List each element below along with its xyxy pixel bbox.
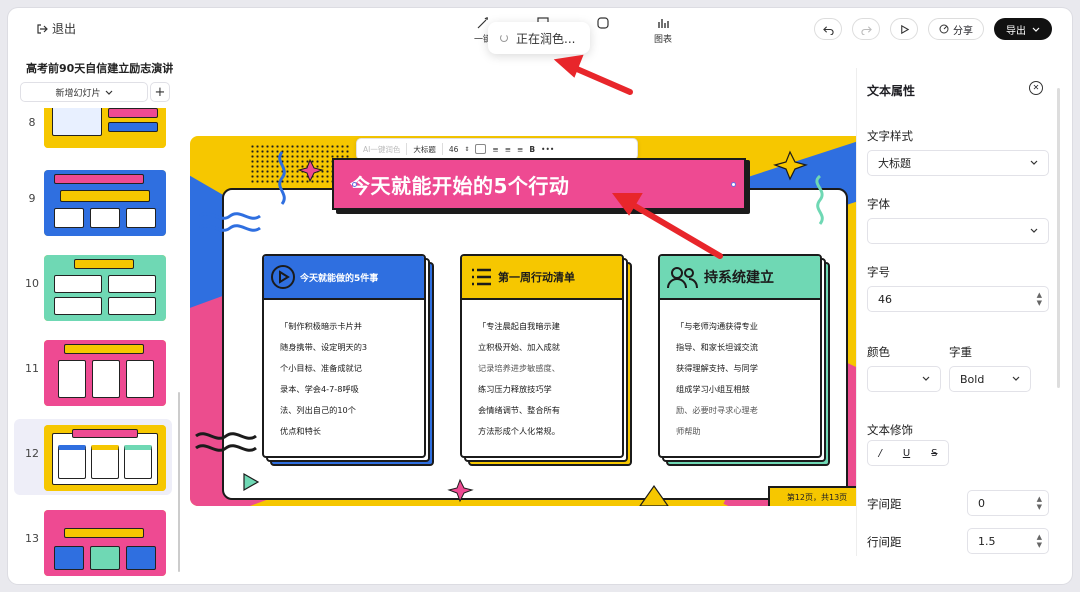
- arrow-icon: [553, 54, 723, 259]
- annotation-arrows: [553, 54, 723, 259]
- app-window: 退出 一键 图表 分享 导出 正在润色... 高考前90天自信建立励志演讲 新增…: [8, 8, 1072, 584]
